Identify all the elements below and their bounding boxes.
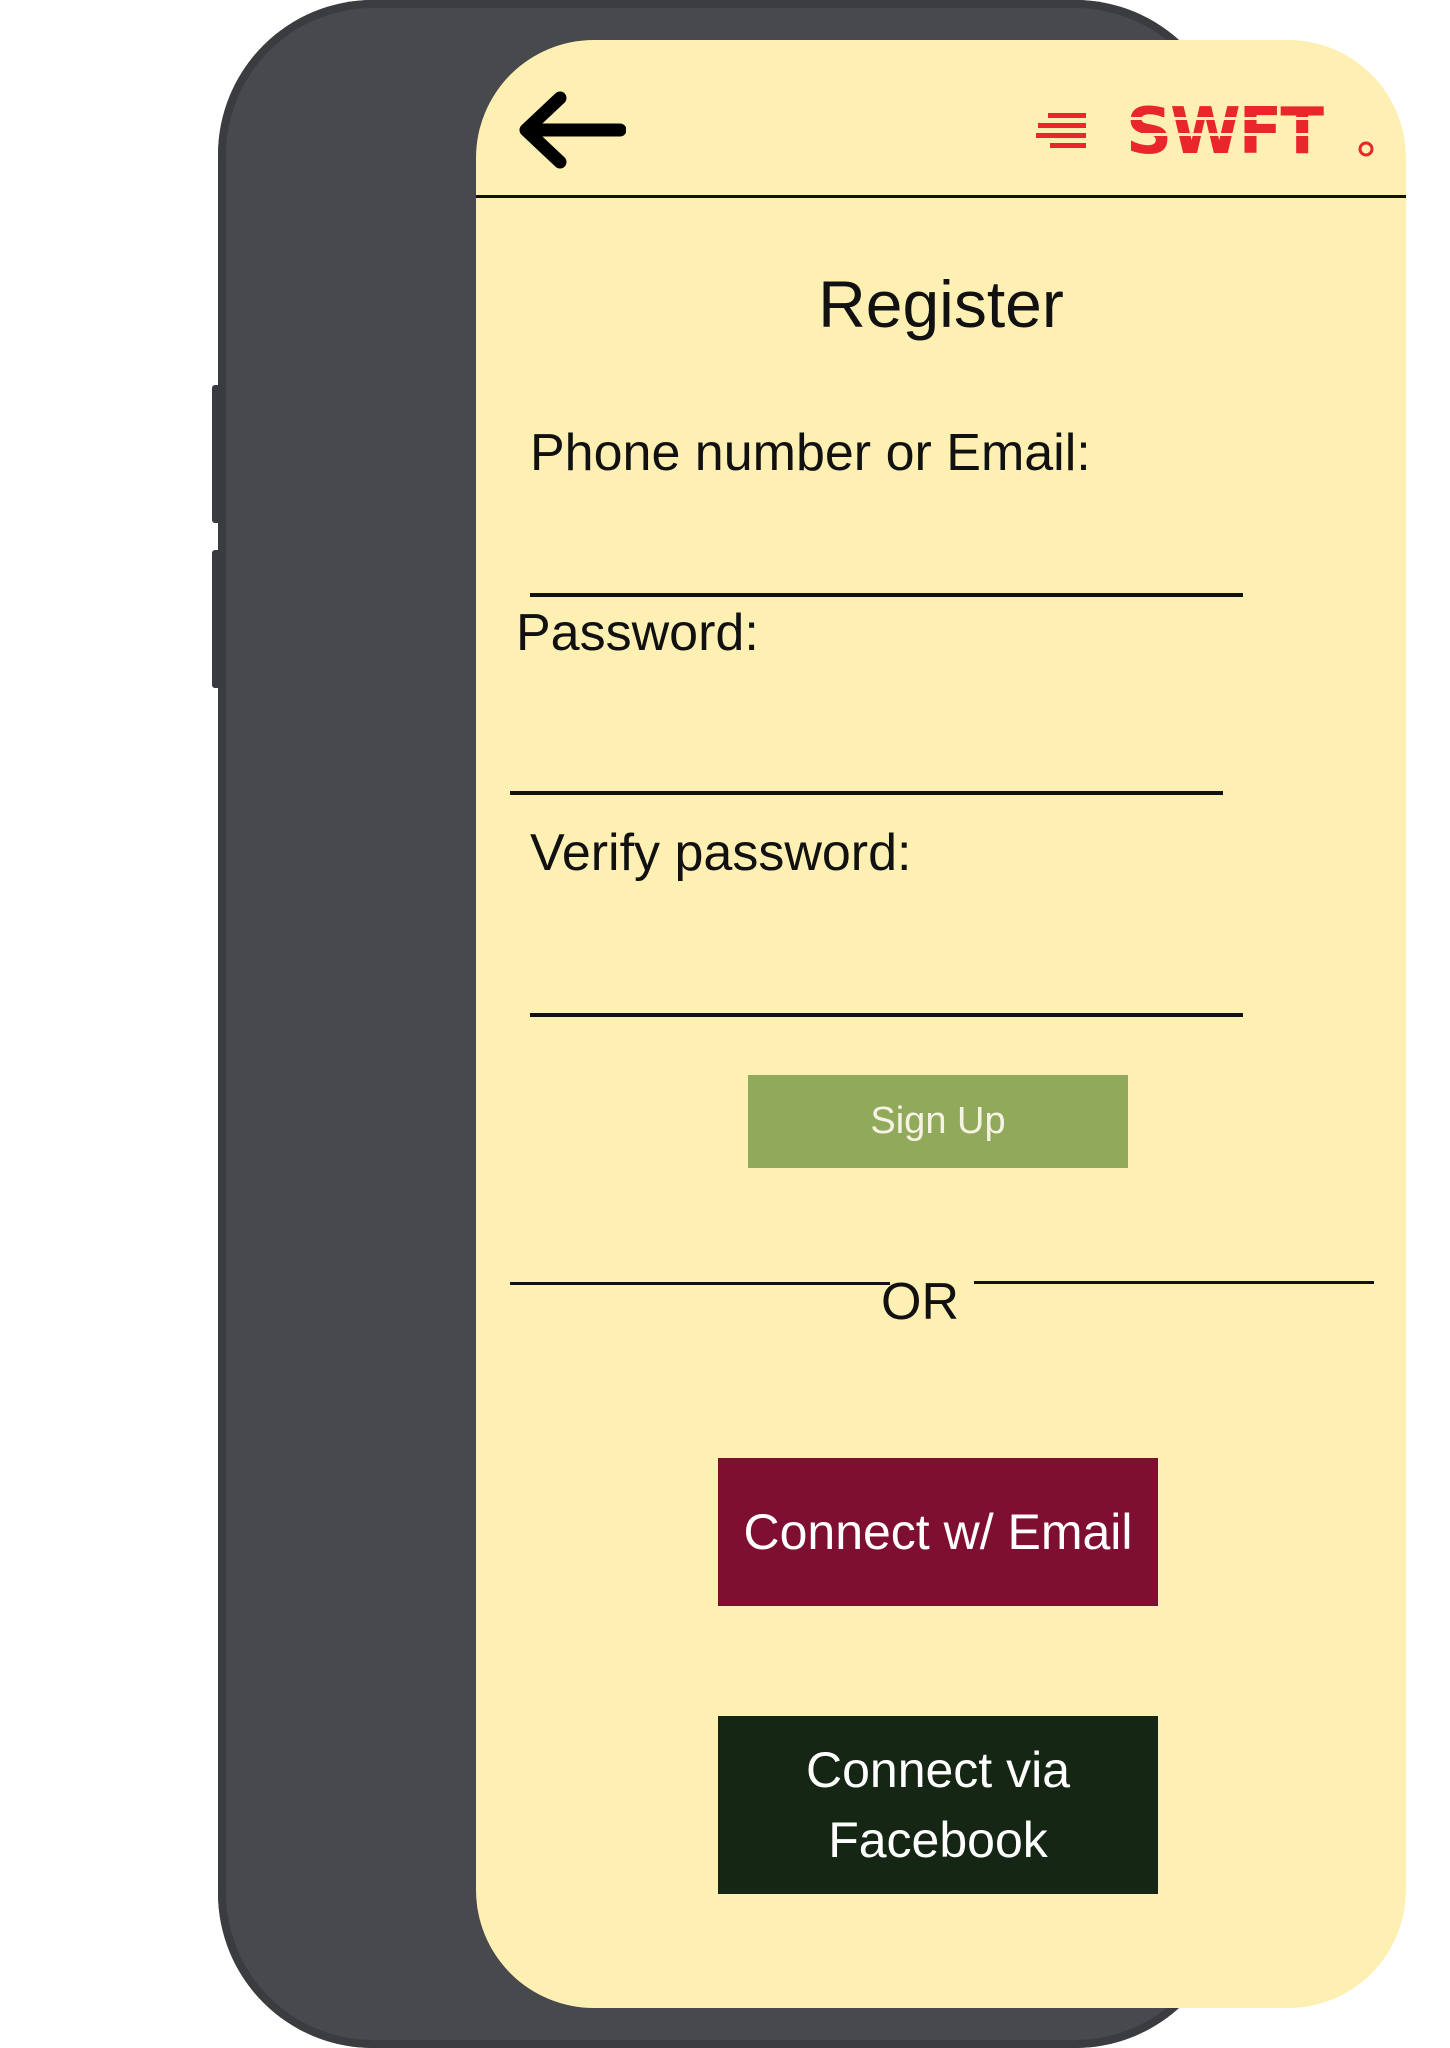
or-divider-text: OR [881, 1273, 959, 1331]
or-divider-right [974, 1281, 1374, 1284]
phone-email-label: Phone number or Email: [530, 424, 1091, 482]
arrow-left-icon [519, 91, 627, 169]
or-divider-left [510, 1282, 890, 1285]
facebook-button-line1: Connect via [805, 1742, 1071, 1798]
volume-up-button [212, 385, 222, 523]
password-input[interactable] [510, 721, 1223, 795]
verify-password-input[interactable] [530, 943, 1243, 1017]
sign-up-button[interactable]: Sign Up [748, 1075, 1128, 1168]
back-button[interactable] [514, 88, 627, 172]
password-label: Password: [516, 604, 759, 662]
connect-email-button[interactable]: Connect w/ Email [718, 1458, 1158, 1606]
phone-email-input[interactable] [530, 523, 1243, 597]
volume-down-button [212, 550, 222, 688]
verify-password-label: Verify password: [530, 824, 912, 882]
swft-logo: SWFT [1036, 95, 1376, 169]
phone-frame: SWFT Register Phone number or Email: Pas… [212, 0, 1406, 2048]
page-title: Register [818, 267, 1064, 341]
facebook-button-line2: Facebook [828, 1812, 1048, 1868]
app-screen: SWFT Register Phone number or Email: Pas… [476, 40, 1406, 2008]
header-divider [476, 195, 1406, 198]
svg-text:SWFT: SWFT [1126, 95, 1324, 165]
connect-facebook-button[interactable]: Connect via Facebook [718, 1716, 1158, 1894]
